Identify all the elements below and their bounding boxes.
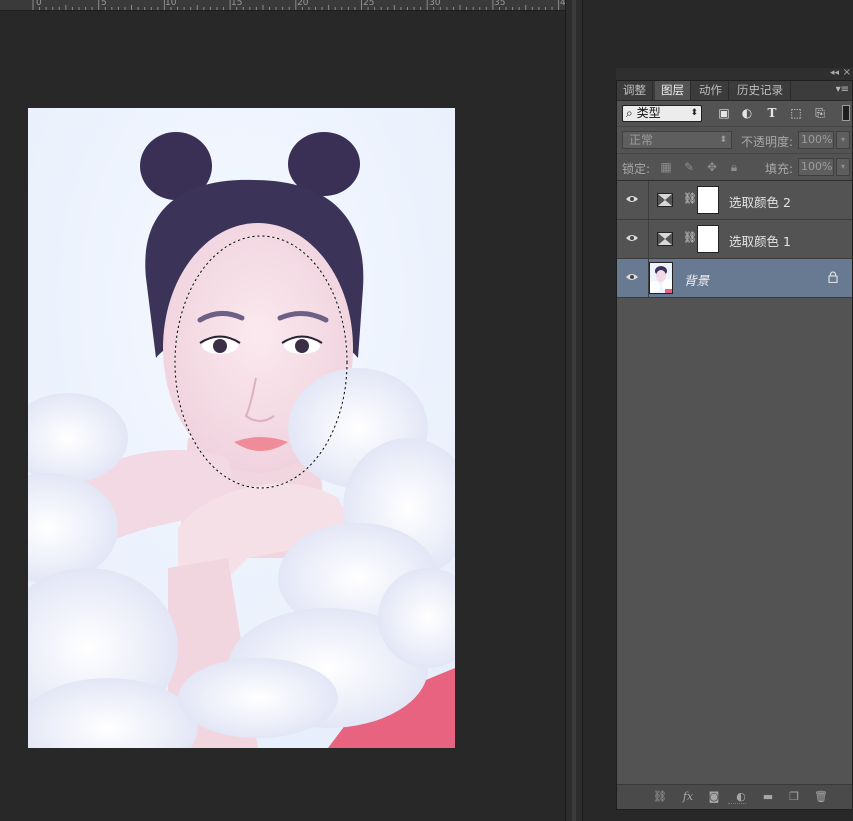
eye-icon[interactable]: [625, 233, 639, 243]
link-chain-icon[interactable]: ⛓: [683, 231, 697, 244]
collapse-panel-icon[interactable]: ◂◂: [830, 68, 839, 78]
panel-menu-icon[interactable]: ▾≡: [836, 84, 849, 95]
horizontal-ruler: 0 5 10 15 20 25 30 35 40: [0, 0, 565, 11]
lock-image-pixels-icon[interactable]: ✎: [682, 160, 696, 174]
tab-history[interactable]: 历史记录: [731, 81, 791, 100]
dock-splitter[interactable]: [565, 0, 583, 821]
updown-arrow-icon: ⬍: [719, 135, 727, 145]
ruler-number: 0: [36, 0, 42, 8]
add-mask-icon[interactable]: ◙: [707, 790, 721, 804]
filter-kind-label: 类型: [636, 106, 661, 120]
lock-icon: [828, 271, 838, 283]
document-canvas[interactable]: [0, 11, 565, 821]
updown-arrow-icon: ⬍: [690, 108, 698, 118]
ruler-number: 15: [231, 0, 243, 8]
portrait-photo[interactable]: [28, 108, 455, 748]
new-layer-icon[interactable]: ❐: [787, 790, 801, 804]
link-layers-icon[interactable]: ⛓: [653, 790, 667, 804]
eye-icon[interactable]: [625, 194, 639, 204]
selective-color-adjustment-icon: [657, 193, 673, 207]
shape-filter-icon[interactable]: ⬚: [789, 106, 803, 120]
ruler-number: 30: [429, 0, 441, 8]
layers-panel: 调整 图层 动作 历史记录 ▾≡ ⌕ 类型 ⬍ ▣ ◐ T ⬚ ⎘ 正常 ⬍ 不…: [616, 80, 853, 810]
panel-resize-grip[interactable]: [728, 803, 746, 810]
layer-mask-thumbnail[interactable]: [697, 186, 719, 214]
ruler-number: 5: [101, 0, 107, 8]
smart-object-filter-icon[interactable]: ⎘: [813, 106, 827, 120]
filter-kind-select[interactable]: ⌕ 类型 ⬍: [622, 105, 702, 122]
layer-thumbnail[interactable]: [649, 262, 673, 294]
layer-row-selected[interactable]: 背景: [617, 259, 852, 298]
ruler-number: 35: [494, 0, 506, 8]
blend-mode-value: 正常: [629, 133, 654, 147]
eye-icon[interactable]: [625, 272, 639, 282]
opacity-field[interactable]: 100%: [798, 131, 834, 149]
layer-name[interactable]: 选取颜色 2: [729, 192, 791, 211]
layer-list: ⛓ 选取颜色 2 ⛓ 选取颜色 1 背景: [617, 181, 852, 298]
layer-mask-thumbnail[interactable]: [697, 225, 719, 253]
layer-name[interactable]: 选取颜色 1: [729, 231, 791, 250]
opacity-dropdown-button[interactable]: ▾: [836, 131, 850, 149]
lock-all-icon[interactable]: 🔒︎: [727, 160, 741, 174]
tab-layers[interactable]: 图层: [655, 81, 691, 100]
fill-dropdown-button[interactable]: ▾: [836, 158, 850, 176]
close-panel-icon[interactable]: ×: [843, 67, 851, 78]
ruler-number: 20: [297, 0, 309, 8]
lock-row: 锁定: ▦ ✎ ✥ 🔒︎ 填充: 100% ▾: [617, 154, 852, 181]
portrait-image: [28, 108, 455, 748]
fx-icon[interactable]: fx: [681, 790, 695, 804]
layer-row[interactable]: ⛓ 选取颜色 2: [617, 181, 852, 220]
adjustment-filter-icon[interactable]: ◐: [740, 106, 754, 120]
tab-actions[interactable]: 动作: [693, 81, 729, 100]
ruler-number: 25: [363, 0, 375, 8]
fill-value: 100%: [801, 160, 833, 173]
trash-icon[interactable]: 🗑︎: [814, 790, 828, 804]
blend-row: 正常 ⬍ 不透明度: 100% ▾: [617, 127, 852, 154]
layer-filter-row: ⌕ 类型 ⬍ ▣ ◐ T ⬚ ⎘: [617, 101, 852, 127]
new-adjustment-layer-icon[interactable]: ◐: [734, 790, 748, 804]
fill-field[interactable]: 100%: [798, 158, 834, 176]
ruler-ticks: [32, 0, 560, 10]
new-group-folder-icon[interactable]: ▬: [761, 790, 775, 804]
tab-adjustments[interactable]: 调整: [617, 81, 653, 100]
panel-tabs: 调整 图层 动作 历史记录 ▾≡: [617, 81, 852, 101]
image-filter-icon[interactable]: ▣: [717, 106, 731, 120]
selective-color-adjustment-icon: [657, 232, 673, 246]
ruler-number: 10: [165, 0, 177, 8]
fill-label: 填充:: [765, 162, 794, 176]
opacity-value: 100%: [801, 133, 833, 146]
opacity-label: 不透明度:: [741, 135, 794, 149]
search-icon: ⌕: [626, 106, 633, 120]
filter-toggle[interactable]: [842, 105, 850, 121]
blend-mode-select[interactable]: 正常 ⬍: [622, 131, 732, 149]
layer-name[interactable]: 背景: [684, 270, 709, 289]
layer-row[interactable]: ⛓ 选取颜色 1: [617, 220, 852, 259]
lock-position-icon[interactable]: ✥: [705, 160, 719, 174]
lock-transparent-pixels-icon[interactable]: ▦: [659, 160, 673, 174]
panel-title-bar[interactable]: ◂◂ ×: [616, 67, 853, 80]
lock-label: 锁定:: [622, 162, 651, 176]
type-filter-icon[interactable]: T: [765, 106, 779, 120]
link-chain-icon[interactable]: ⛓: [683, 192, 697, 205]
